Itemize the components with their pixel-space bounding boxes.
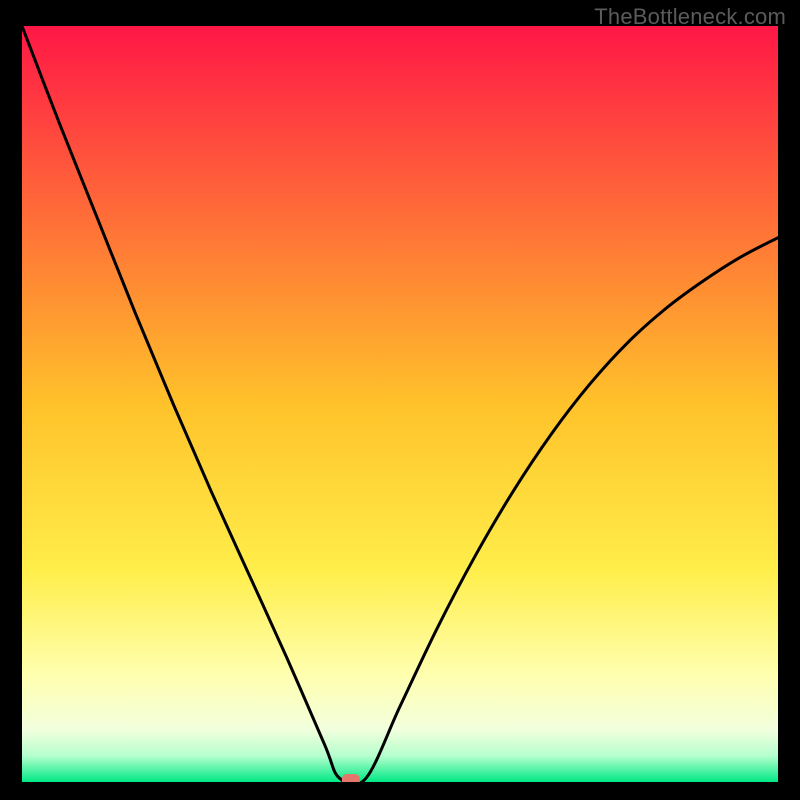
optimum-marker bbox=[342, 774, 360, 782]
watermark-text: TheBottleneck.com bbox=[594, 4, 786, 30]
bottleneck-plot bbox=[22, 26, 778, 782]
gradient-background bbox=[22, 26, 778, 782]
chart-frame: TheBottleneck.com bbox=[0, 0, 800, 800]
